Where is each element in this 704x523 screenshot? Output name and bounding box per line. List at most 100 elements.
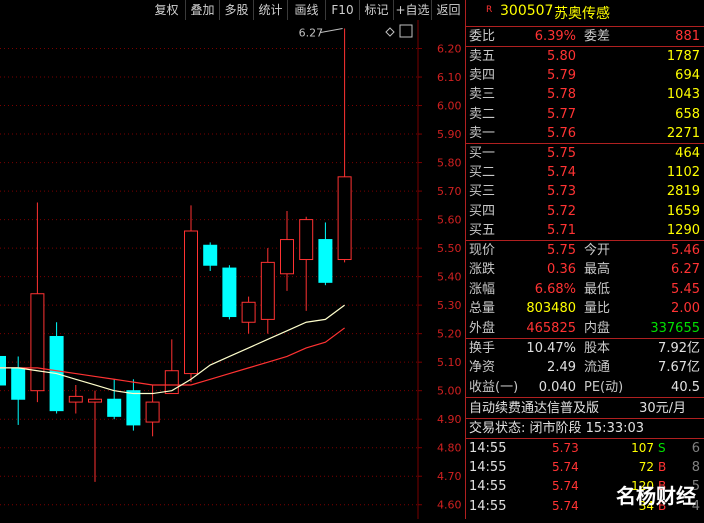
candle-body[interactable] xyxy=(68,395,83,403)
tick-time: 14:55 xyxy=(469,498,507,514)
fund-label: 换手 xyxy=(469,341,496,356)
order-diff-label: 委差 xyxy=(584,29,611,44)
fund-label: 净资 xyxy=(469,360,496,376)
statistics-button[interactable]: 统计 xyxy=(254,0,288,20)
ask-volume: 694 xyxy=(675,68,700,84)
f10-button[interactable]: F10 xyxy=(326,0,360,20)
candle-body[interactable] xyxy=(318,239,333,283)
y-tick-label: 5.60 xyxy=(437,214,462,227)
watermark: 名杨财经 xyxy=(616,484,696,508)
ask-label: 卖五 xyxy=(469,49,496,64)
bid-price: 5.73 xyxy=(547,184,576,200)
tick-row: 14:55 5.73 107 S 6 xyxy=(466,439,704,458)
diamond-icon[interactable] xyxy=(385,27,395,37)
bid-volume: 1659 xyxy=(666,203,700,219)
bid-row: 买三 5.73 2819 xyxy=(466,182,704,201)
ask-label: 卖三 xyxy=(469,87,496,103)
bid-volume: 1102 xyxy=(666,165,700,181)
y-tick-label: 5.40 xyxy=(437,271,462,284)
tick-volume: 72 xyxy=(638,460,654,475)
stat-label: 涨跌 xyxy=(469,262,496,278)
promo-price[interactable]: 30元/月 xyxy=(639,399,686,418)
bid-price: 5.72 xyxy=(547,203,576,219)
candlestick-chart[interactable]: 6.20 6.10 6.00 5.90 5.80 5.70 5.60 5.50 5.40 5.30… xyxy=(0,20,465,519)
candle-body[interactable] xyxy=(107,398,122,417)
ask-label: 卖一 xyxy=(469,125,496,141)
window-toggle-icon[interactable] xyxy=(399,24,413,38)
bid-row: 买五 5.71 1290 xyxy=(466,221,704,240)
candle-body[interactable] xyxy=(337,176,352,261)
candle-body[interactable] xyxy=(203,244,218,266)
ask-price: 5.80 xyxy=(547,49,576,64)
fund-value: 10.47% xyxy=(526,341,576,356)
stat-value: 2.00 xyxy=(671,301,700,317)
multi-stock-button[interactable]: 多股 xyxy=(220,0,254,20)
stat-row: 总量 803480 量比 2.00 xyxy=(466,299,704,318)
bid-price: 5.75 xyxy=(547,146,576,161)
mark-button[interactable]: 标记 xyxy=(360,0,394,20)
ask-label: 卖二 xyxy=(469,106,496,122)
ask-row: 卖一 5.76 2271 xyxy=(466,124,704,143)
candle-body[interactable] xyxy=(222,267,237,318)
overlay-button[interactable]: 叠加 xyxy=(186,0,220,20)
stat-value: 6.27 xyxy=(671,262,700,278)
candle-body[interactable] xyxy=(0,355,6,386)
tick-price: 5.74 xyxy=(552,479,579,494)
chart-canvas[interactable]: 6.20 6.10 6.00 5.90 5.80 5.70 5.60 5.50 5.40 5.30… xyxy=(0,20,465,519)
fund-value: 40.5 xyxy=(671,379,700,395)
stat-label: 最低 xyxy=(584,281,611,297)
stock-name: 苏奥传感 xyxy=(554,6,610,22)
ask-price: 5.79 xyxy=(547,68,576,84)
ask-volume: 1043 xyxy=(666,87,700,103)
bid-price: 5.71 xyxy=(547,222,576,238)
bid-label: 买二 xyxy=(469,165,496,181)
trading-status-row: 交易状态: 闭市阶段 15:33:03 xyxy=(466,419,704,438)
bid-volume: 2819 xyxy=(666,184,700,200)
stat-label: 最高 xyxy=(584,262,611,278)
bid-label: 买三 xyxy=(469,184,496,200)
y-tick-label: 4.80 xyxy=(437,442,462,455)
stat-row: 涨跌 0.36 最高 6.27 xyxy=(466,260,704,279)
add-watchlist-button[interactable]: +自选 xyxy=(394,0,432,20)
candle-body[interactable] xyxy=(241,301,256,323)
stock-header: R 300507 苏奥传感 xyxy=(466,0,704,26)
tick-volume: 107 xyxy=(631,441,654,455)
y-tick-label: 4.90 xyxy=(437,413,462,426)
candle-body[interactable] xyxy=(88,398,102,403)
stat-row: 涨幅 6.68% 最低 5.45 xyxy=(466,280,704,299)
draw-line-button[interactable]: 画线 xyxy=(288,0,326,20)
r-badge: R xyxy=(486,5,493,15)
order-diff-value: 881 xyxy=(675,29,700,44)
stat-value: 5.45 xyxy=(671,281,700,297)
chart-toolbar: 复权 叠加 多股 统计 画线 F10 标记 +自选 返回 xyxy=(0,0,465,20)
ask-row: 卖三 5.78 1043 xyxy=(466,85,704,104)
fund-value: 0.040 xyxy=(538,379,576,395)
stat-value: 6.68% xyxy=(534,281,576,297)
fund-label: 流通 xyxy=(584,360,611,376)
promo-row[interactable]: 自动续费通达信普及版 30元/月 xyxy=(466,399,704,418)
candle-body[interactable] xyxy=(280,239,294,275)
candle-body[interactable] xyxy=(260,261,275,320)
candle-body[interactable] xyxy=(145,401,160,423)
stat-label: 内盘 xyxy=(584,320,611,336)
fund-value: 7.92亿 xyxy=(658,341,700,356)
y-tick-label: 5.90 xyxy=(437,128,462,141)
ask-row: 卖五 5.80 1787 xyxy=(466,47,704,66)
restore-rights-button[interactable]: 复权 xyxy=(148,0,186,20)
bid-label: 买一 xyxy=(469,146,496,161)
candle-body[interactable] xyxy=(299,219,314,261)
tick-time: 14:55 xyxy=(469,479,507,495)
tick-side: B xyxy=(658,460,667,475)
y-tick-label: 6.00 xyxy=(437,100,462,113)
candle-body[interactable] xyxy=(126,390,141,426)
promo-text[interactable]: 自动续费通达信普及版 xyxy=(469,399,599,418)
candle-body[interactable] xyxy=(11,367,26,400)
ask-volume: 658 xyxy=(675,106,700,122)
tick-side: S xyxy=(658,441,666,455)
y-tick-label: 6.10 xyxy=(437,71,462,84)
back-button[interactable]: 返回 xyxy=(432,0,465,20)
y-tick-label: 5.20 xyxy=(437,328,462,341)
bid-label: 买四 xyxy=(469,203,496,219)
candle-body[interactable] xyxy=(30,293,45,392)
candle-body[interactable] xyxy=(184,230,198,375)
